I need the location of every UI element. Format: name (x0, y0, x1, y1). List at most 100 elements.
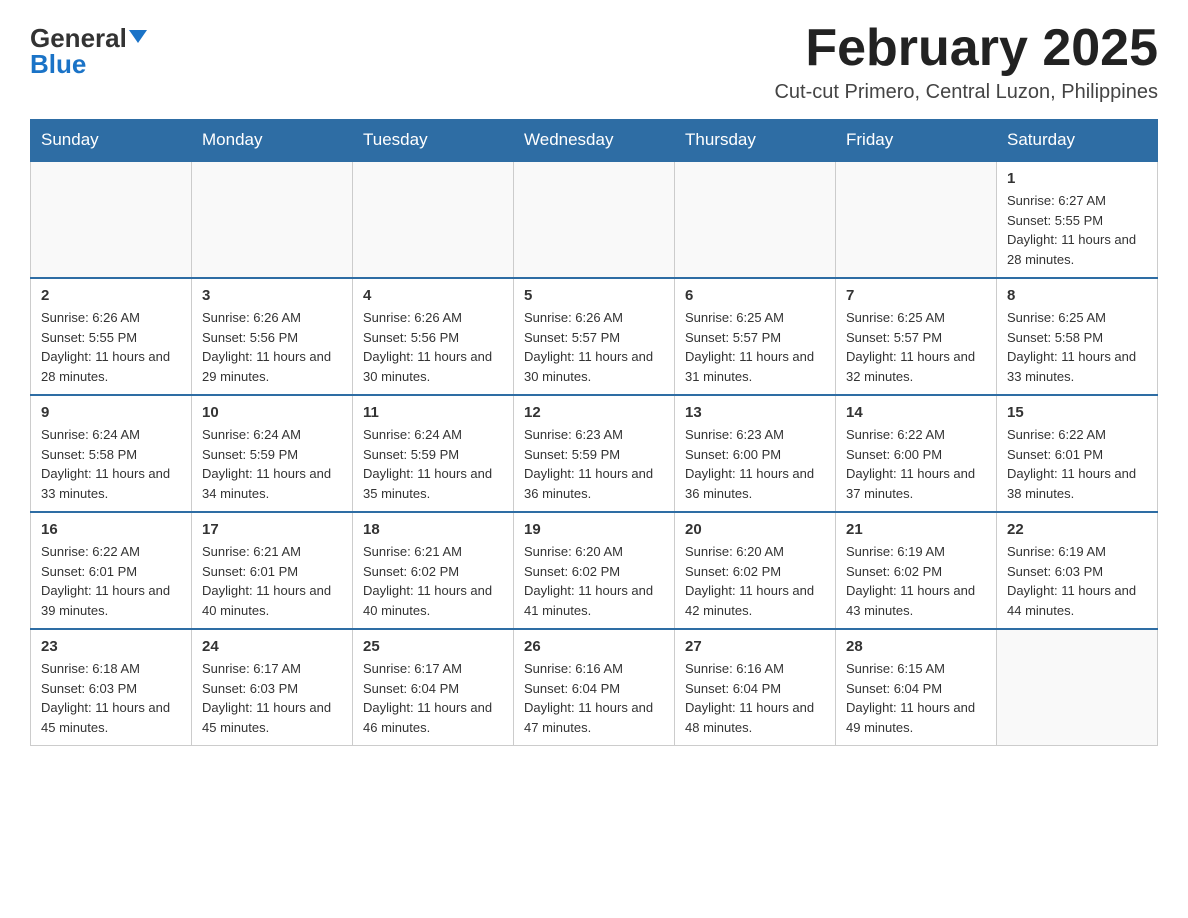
day-number: 19 (524, 521, 664, 538)
title-block: February 2025 Cut-cut Primero, Central L… (774, 20, 1158, 104)
day-number: 10 (202, 404, 342, 421)
table-row (836, 161, 997, 278)
day-info: Sunrise: 6:17 AM Sunset: 6:04 PM Dayligh… (363, 659, 503, 737)
day-number: 15 (1007, 404, 1147, 421)
day-number: 25 (363, 638, 503, 655)
day-number: 20 (685, 521, 825, 538)
table-row: 12 Sunrise: 6:23 AM Sunset: 5:59 PM Dayli… (514, 395, 675, 512)
table-row (353, 161, 514, 278)
day-info: Sunrise: 6:22 AM Sunset: 6:00 PM Dayligh… (846, 425, 986, 503)
day-info: Sunrise: 6:24 AM Sunset: 5:58 PM Dayligh… (41, 425, 181, 503)
location-subtitle: Cut-cut Primero, Central Luzon, Philippi… (774, 81, 1158, 104)
table-row: 2 Sunrise: 6:26 AM Sunset: 5:55 PM Daylig… (31, 278, 192, 395)
table-row: 26Sunrise: 6:16 AM Sunset: 6:04 PM Dayli… (514, 629, 675, 746)
calendar-header-row: Sunday Monday Tuesday Wednesday Thursday… (31, 120, 1158, 162)
day-info: Sunrise: 6:25 AM Sunset: 5:57 PM Dayligh… (685, 308, 825, 386)
day-number: 1 (1007, 170, 1147, 187)
table-row: 24Sunrise: 6:17 AM Sunset: 6:03 PM Dayli… (192, 629, 353, 746)
day-number: 22 (1007, 521, 1147, 538)
day-number: 7 (846, 287, 986, 304)
day-number: 21 (846, 521, 986, 538)
day-info: Sunrise: 6:20 AM Sunset: 6:02 PM Dayligh… (685, 542, 825, 620)
day-info: Sunrise: 6:19 AM Sunset: 6:03 PM Dayligh… (1007, 542, 1147, 620)
day-info: Sunrise: 6:23 AM Sunset: 5:59 PM Dayligh… (524, 425, 664, 503)
month-title: February 2025 (774, 20, 1158, 77)
table-row: 7 Sunrise: 6:25 AM Sunset: 5:57 PM Daylig… (836, 278, 997, 395)
day-number: 16 (41, 521, 181, 538)
calendar-week-5: 23 Sunrise: 6:18 AM Sunset: 6:03 PM Dayli… (31, 629, 1158, 746)
table-row: 28 Sunrise: 6:15 AM Sunset: 6:04 PM Dayli… (836, 629, 997, 746)
col-sunday: Sunday (31, 120, 192, 162)
table-row: 16 Sunrise: 6:22 AM Sunset: 6:01 PM Dayli… (31, 512, 192, 629)
table-row (514, 161, 675, 278)
table-row (997, 629, 1158, 746)
logo-general: General (30, 25, 147, 51)
day-number: 8 (1007, 287, 1147, 304)
table-row: 3 Sunrise: 6:26 AM Sunset: 5:56 PM Daylig… (192, 278, 353, 395)
table-row: 19Sunrise: 6:20 AM Sunset: 6:02 PM Dayli… (514, 512, 675, 629)
day-number: 13 (685, 404, 825, 421)
day-number: 28 (846, 638, 986, 655)
table-row: 8 Sunrise: 6:25 AM Sunset: 5:58 PM Daylig… (997, 278, 1158, 395)
calendar-week-2: 2 Sunrise: 6:26 AM Sunset: 5:55 PM Daylig… (31, 278, 1158, 395)
day-info: Sunrise: 6:26 AM Sunset: 5:56 PM Dayligh… (363, 308, 503, 386)
calendar-week-4: 16 Sunrise: 6:22 AM Sunset: 6:01 PM Dayli… (31, 512, 1158, 629)
table-row (192, 161, 353, 278)
day-info: Sunrise: 6:26 AM Sunset: 5:55 PM Dayligh… (41, 308, 181, 386)
table-row: 6Sunrise: 6:25 AM Sunset: 5:57 PM Daylig… (675, 278, 836, 395)
col-friday: Friday (836, 120, 997, 162)
col-thursday: Thursday (675, 120, 836, 162)
day-info: Sunrise: 6:21 AM Sunset: 6:01 PM Dayligh… (202, 542, 342, 620)
day-number: 18 (363, 521, 503, 538)
table-row (31, 161, 192, 278)
logo-triangle-icon (129, 30, 147, 43)
day-info: Sunrise: 6:22 AM Sunset: 6:01 PM Dayligh… (1007, 425, 1147, 503)
day-number: 9 (41, 404, 181, 421)
day-number: 14 (846, 404, 986, 421)
day-number: 2 (41, 287, 181, 304)
day-info: Sunrise: 6:23 AM Sunset: 6:00 PM Dayligh… (685, 425, 825, 503)
table-row (675, 161, 836, 278)
table-row: 21 Sunrise: 6:19 AM Sunset: 6:02 PM Dayli… (836, 512, 997, 629)
table-row: 5Sunrise: 6:26 AM Sunset: 5:57 PM Daylig… (514, 278, 675, 395)
day-info: Sunrise: 6:26 AM Sunset: 5:57 PM Dayligh… (524, 308, 664, 386)
day-info: Sunrise: 6:18 AM Sunset: 6:03 PM Dayligh… (41, 659, 181, 737)
table-row: 4 Sunrise: 6:26 AM Sunset: 5:56 PM Daylig… (353, 278, 514, 395)
day-info: Sunrise: 6:19 AM Sunset: 6:02 PM Dayligh… (846, 542, 986, 620)
day-info: Sunrise: 6:15 AM Sunset: 6:04 PM Dayligh… (846, 659, 986, 737)
day-number: 11 (363, 404, 503, 421)
day-number: 23 (41, 638, 181, 655)
table-row: 11 Sunrise: 6:24 AM Sunset: 5:59 PM Dayli… (353, 395, 514, 512)
table-row: 18Sunrise: 6:21 AM Sunset: 6:02 PM Dayli… (353, 512, 514, 629)
day-number: 27 (685, 638, 825, 655)
table-row: 22 Sunrise: 6:19 AM Sunset: 6:03 PM Dayli… (997, 512, 1158, 629)
day-info: Sunrise: 6:25 AM Sunset: 5:58 PM Dayligh… (1007, 308, 1147, 386)
day-info: Sunrise: 6:24 AM Sunset: 5:59 PM Dayligh… (363, 425, 503, 503)
col-tuesday: Tuesday (353, 120, 514, 162)
table-row: 1 Sunrise: 6:27 AM Sunset: 5:55 PM Daylig… (997, 161, 1158, 278)
day-number: 17 (202, 521, 342, 538)
col-saturday: Saturday (997, 120, 1158, 162)
day-info: Sunrise: 6:27 AM Sunset: 5:55 PM Dayligh… (1007, 191, 1147, 269)
day-info: Sunrise: 6:22 AM Sunset: 6:01 PM Dayligh… (41, 542, 181, 620)
table-row: 23 Sunrise: 6:18 AM Sunset: 6:03 PM Dayli… (31, 629, 192, 746)
table-row: 20 Sunrise: 6:20 AM Sunset: 6:02 PM Dayli… (675, 512, 836, 629)
day-number: 12 (524, 404, 664, 421)
day-info: Sunrise: 6:24 AM Sunset: 5:59 PM Dayligh… (202, 425, 342, 503)
table-row: 13 Sunrise: 6:23 AM Sunset: 6:00 PM Dayli… (675, 395, 836, 512)
logo: General Blue (30, 20, 147, 77)
calendar-week-1: 1 Sunrise: 6:27 AM Sunset: 5:55 PM Daylig… (31, 161, 1158, 278)
logo-blue: Blue (30, 51, 86, 77)
day-info: Sunrise: 6:16 AM Sunset: 6:04 PM Dayligh… (685, 659, 825, 737)
day-info: Sunrise: 6:25 AM Sunset: 5:57 PM Dayligh… (846, 308, 986, 386)
day-info: Sunrise: 6:26 AM Sunset: 5:56 PM Dayligh… (202, 308, 342, 386)
col-monday: Monday (192, 120, 353, 162)
table-row: 25 Sunrise: 6:17 AM Sunset: 6:04 PM Dayli… (353, 629, 514, 746)
calendar-table: Sunday Monday Tuesday Wednesday Thursday… (30, 119, 1158, 746)
table-row: 17 Sunrise: 6:21 AM Sunset: 6:01 PM Dayli… (192, 512, 353, 629)
day-number: 4 (363, 287, 503, 304)
day-number: 3 (202, 287, 342, 304)
day-info: Sunrise: 6:17 AM Sunset: 6:03 PM Dayligh… (202, 659, 342, 737)
table-row: 27 Sunrise: 6:16 AM Sunset: 6:04 PM Dayli… (675, 629, 836, 746)
col-wednesday: Wednesday (514, 120, 675, 162)
